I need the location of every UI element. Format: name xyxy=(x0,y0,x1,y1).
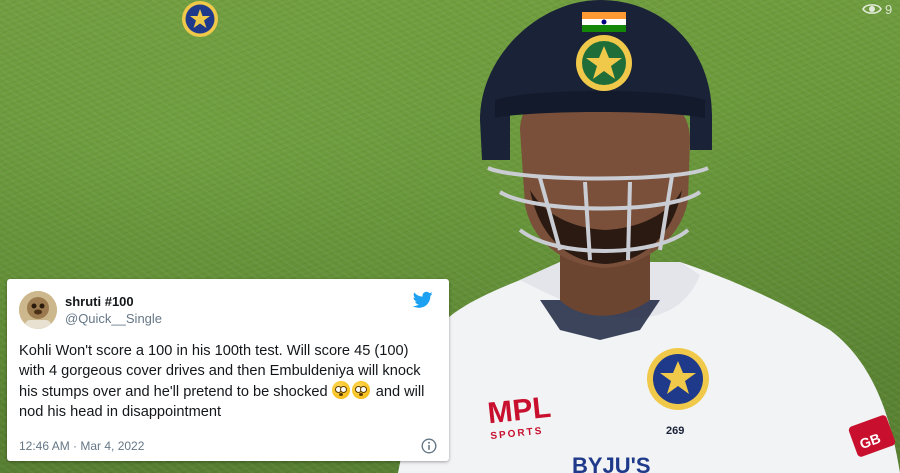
twitter-bird-icon[interactable] xyxy=(413,291,433,309)
tweet-timestamp[interactable]: 12:46 AM · Mar 4, 2022 xyxy=(19,439,144,453)
tweet-header: shruti #100 @Quick__Single xyxy=(19,289,437,331)
jersey-sponsor: MPL xyxy=(486,391,552,430)
display-name[interactable]: shruti #100 xyxy=(65,293,162,310)
flushed-face-emoji xyxy=(351,381,370,399)
user-block: shruti #100 @Quick__Single xyxy=(65,293,162,327)
avatar[interactable] xyxy=(19,291,57,329)
tweet-text: Kohli Won't score a 100 in his 100th tes… xyxy=(19,341,429,422)
tweet-footer: 12:46 AM · Mar 4, 2022 xyxy=(19,438,437,454)
jersey-number: 269 xyxy=(666,425,684,437)
tweet-card[interactable]: shruti #100 @Quick__Single Kohli Won't s… xyxy=(7,279,449,461)
user-handle[interactable]: @Quick__Single xyxy=(65,310,162,327)
info-circle-icon[interactable] xyxy=(421,438,437,454)
flushed-face-emoji xyxy=(331,381,350,399)
avatar-image xyxy=(19,291,57,329)
jersey-chest-text: BYJU'S xyxy=(572,453,651,473)
